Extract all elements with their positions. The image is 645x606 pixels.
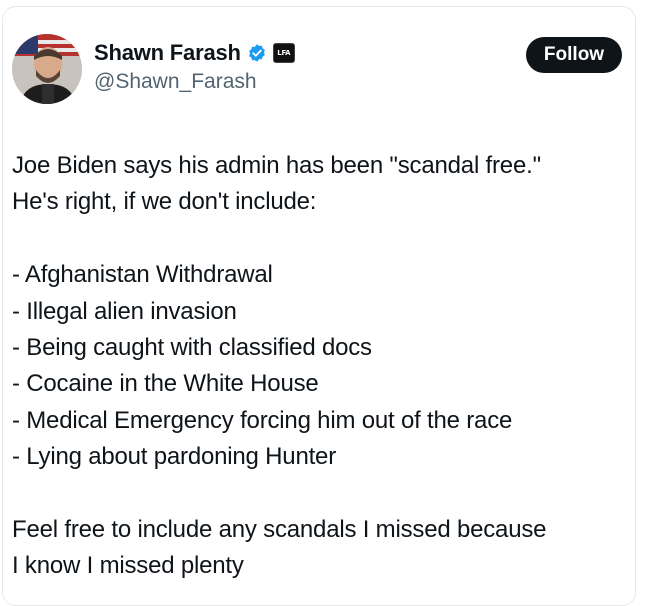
- author-info: Shawn Farash LFA @Shawn_Farash: [94, 38, 295, 94]
- avatar-image: [12, 34, 82, 104]
- author-display-name[interactable]: Shawn Farash: [94, 40, 241, 66]
- tweet-line: Feel free to include any scandals I miss…: [12, 516, 547, 544]
- tweet-header: Shawn Farash LFA @Shawn_Farash Follow: [12, 34, 622, 110]
- tweet-line: Joe Biden says his admin has been "scand…: [12, 152, 541, 179]
- list-item: - Illegal alien invasion: [12, 297, 237, 325]
- list-item: - Medical Emergency forcing him out of t…: [12, 406, 513, 434]
- list-item: - Being caught with classified docs: [12, 334, 372, 362]
- tweet-line: He's right, if we don't include:: [12, 188, 317, 216]
- tweet-line: I know I missed plenty: [12, 552, 244, 580]
- list-item: - Cocaine in the White House: [12, 370, 319, 398]
- list-item: - Lying about pardoning Hunter: [12, 443, 337, 471]
- list-item: - Afghanistan Withdrawal: [12, 261, 273, 289]
- verified-badge-icon[interactable]: [247, 43, 267, 63]
- tweet-text: Joe Biden says his admin has been "scand…: [12, 148, 627, 585]
- affiliate-logo-icon[interactable]: LFA: [272, 43, 295, 63]
- author-avatar[interactable]: [12, 34, 82, 104]
- author-name-row: Shawn Farash LFA: [94, 38, 295, 68]
- follow-button[interactable]: Follow: [526, 37, 622, 73]
- author-handle[interactable]: @Shawn_Farash: [94, 70, 295, 94]
